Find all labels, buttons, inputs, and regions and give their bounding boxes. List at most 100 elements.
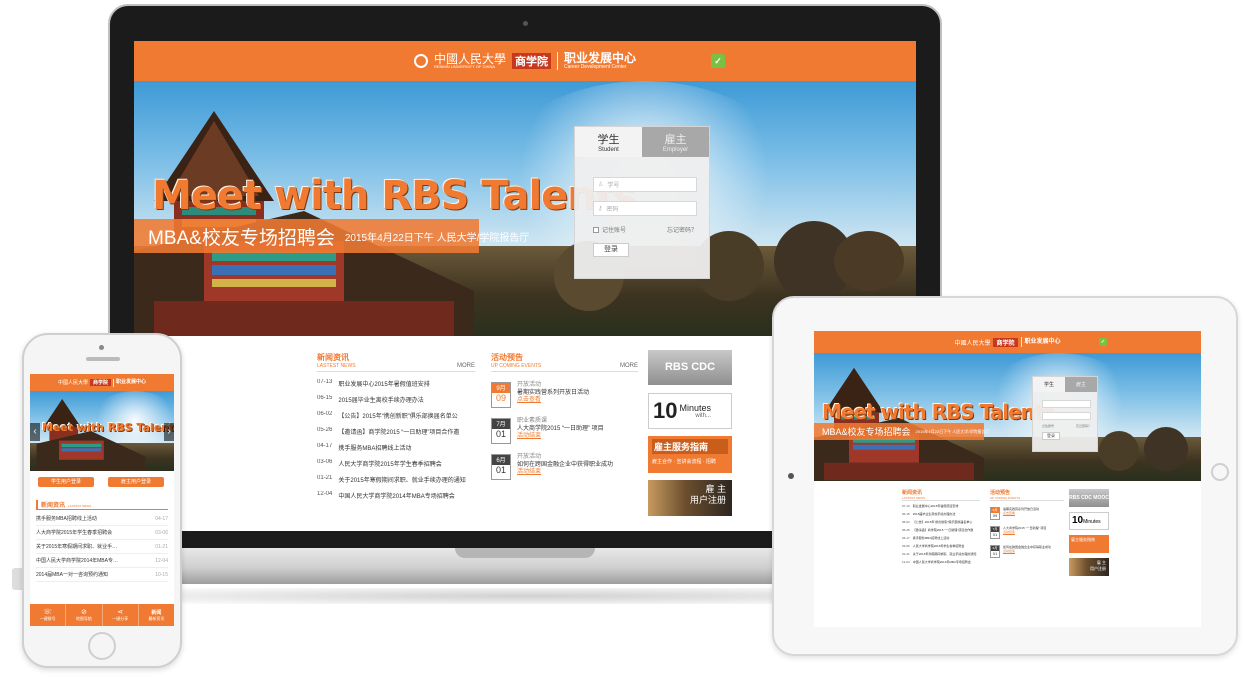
news-item[interactable]: 06-02 【公告】2015年“携创新职”俱乐部换届名单公 — [902, 520, 980, 528]
tablet-hero-title: Meet with RBS Talents — [822, 400, 1054, 424]
phone-news-list: 携手服务MBA招聘线上活动 04-17 人大商学院2015年学生春季招聘会 03-0… — [36, 512, 168, 582]
news-item[interactable]: 03-06 人民大学商学院2015年学生春季招聘会 — [317, 459, 475, 475]
login-panel: 学生 Student 雇主 Employer ♙ 学号 ⚷ 密码 记住账号 忘记… — [574, 126, 710, 279]
news-item[interactable]: 03-06 人民大学商学院2015年学生春季招聘会 — [902, 544, 980, 552]
phone-home-button[interactable] — [88, 632, 116, 660]
laptop-camera — [523, 21, 528, 26]
news-section: 新闻资讯 LASTEST NEWS MORE 07-13 职业发展中心2015年暑… — [317, 352, 475, 507]
share-icon: ⋖ — [117, 609, 124, 616]
wechat-icon[interactable]: ✓ — [711, 54, 725, 68]
devices-showcase: 中國人民大學 RENMIN UNIVERSITY OF CHINA 商学院 职业… — [0, 0, 1243, 677]
compass-icon: ⊘ — [80, 609, 87, 616]
mooc-card[interactable]: RBS CDC MOOC — [648, 350, 732, 385]
hero-title: Meet with RBS Talents — [152, 173, 637, 219]
news-item[interactable]: 07-13 职业发展中心2015年暑假值班安排 — [902, 504, 980, 512]
remember-label: 记住账号 — [602, 228, 627, 234]
nav-news[interactable]: 新闻 最新资讯 — [139, 604, 174, 626]
phone-header: 中國人民大學 商学院 职业发展中心 — [30, 374, 174, 391]
news-item[interactable]: 01-21 关于2015年寒假期间求职、就业手续办理的通知 — [317, 475, 475, 491]
rbs-badge: 商学院 — [512, 53, 551, 69]
event-item[interactable]: 9月 09 开放活动 暑期实践营系列开放日活动 点击查看 — [491, 382, 638, 408]
event-date: 9月 09 — [491, 382, 511, 408]
phone-camera — [99, 345, 104, 350]
news-item[interactable]: 中国人民大学商学院2014年MBA专… 12-04 — [36, 554, 168, 568]
news-item[interactable]: 2014届MBA一对一咨询预约通知 10-15 — [36, 568, 168, 582]
news-title: 新闻资讯 — [317, 353, 349, 362]
tablet-wechat-icon[interactable]: ✓ — [1099, 338, 1107, 346]
tablet-event-item[interactable]: 9月 09 暑期实践营系列开放日活动 点击查看 — [990, 507, 1064, 520]
phone-speaker — [86, 357, 120, 361]
forgot-password-link[interactable]: 忘记密码？ — [667, 225, 697, 234]
tablet-minutes-card[interactable]: 10Minutes — [1069, 512, 1109, 530]
password-field[interactable]: ⚷ 密码 — [593, 201, 697, 216]
nav-call[interactable]: ☏ 一键拨号 — [30, 604, 67, 626]
site-header: 中國人民大學 RENMIN UNIVERSITY OF CHINA 商学院 职业… — [134, 41, 916, 81]
tablet-employer-guide-card[interactable]: 雇主服务指南 — [1069, 535, 1109, 553]
event-item[interactable]: 7月 01 职业素质课 人大商学院2015 “一日助理” 项目 活动结束 — [491, 418, 638, 444]
news-item[interactable]: 12-04 中国人民大学商学院2014年MBA专场招聘会 — [317, 491, 475, 507]
carousel-next-button[interactable]: › — [164, 423, 174, 441]
tablet-home-button[interactable] — [1211, 463, 1229, 481]
tablet-tab-student[interactable]: 学生 — [1033, 377, 1065, 392]
phone-brand-logo[interactable]: 中國人民大學 商学院 职业发展中心 — [58, 378, 146, 387]
phone-hero-title: Meet with RBS Talents — [42, 421, 174, 434]
student-login-button[interactable]: 学生用户登录 — [38, 477, 94, 487]
news-item[interactable]: 04-17 携手服务MBA招聘线上活动 — [317, 443, 475, 459]
events-section: 活动预告 UP COMING EVENTS MORE 9月 09 开放活动 暑期… — [491, 352, 638, 480]
tablet-employer-register-card[interactable]: 雇 主用户注册 — [1069, 558, 1109, 576]
brand-logo[interactable]: 中國人民大學 RENMIN UNIVERSITY OF CHINA 商学院 职业… — [413, 52, 636, 70]
university-name-en: RENMIN UNIVERSITY OF CHINA — [433, 64, 496, 69]
tablet-username-field[interactable] — [1042, 400, 1091, 408]
news-item[interactable]: 05-26 【邀请函】商学院2015 “一日助理”项目合作邀 — [902, 528, 980, 536]
event-item[interactable]: 6月 01 开放活动 如何在跨国金融企业中获得职业成功 活动结束 — [491, 454, 638, 480]
events-more-link[interactable]: MORE — [620, 363, 638, 369]
username-field[interactable]: ♙ 学号 — [593, 177, 697, 192]
tablet-hero-band: MBA&校友专场招聘会 2015年4月22日下午 人民大学/学院报告厅 — [814, 423, 989, 440]
tablet-login-button[interactable]: 登录 — [1042, 432, 1060, 440]
nav-map[interactable]: ⊘ 地图导航 — [66, 604, 103, 626]
event-date: 7月 01 — [491, 418, 511, 444]
tablet-camera — [788, 473, 794, 479]
laptop-notch — [455, 548, 595, 558]
ten-minutes-card[interactable]: 10 Minutes with... — [648, 393, 732, 429]
tablet-hero: Meet with RBS Talents MBA&校友专场招聘会 2015年4… — [814, 353, 1201, 481]
news-item[interactable]: 06-15 2015届毕业生离校手续办理办法 — [317, 395, 475, 411]
employer-guide-card[interactable]: 雇主服务指南 雇主合作 · 宣讲会流程 · 招聘 — [648, 436, 732, 473]
news-item[interactable]: 人大商学院2015年学生春季招聘会 03-06 — [36, 526, 168, 540]
login-button[interactable]: 登录 — [593, 243, 629, 257]
tablet-brand-logo[interactable]: 中國人民大學 商学院 职业发展中心 — [954, 337, 1061, 347]
header-divider — [557, 52, 558, 70]
tab-employer[interactable]: 雇主 Employer — [642, 127, 709, 157]
hero-event-name: MBA&校友专场招聘会 — [148, 227, 335, 249]
remember-checkbox[interactable] — [593, 226, 599, 233]
news-item[interactable]: 关于2015年寒假期间求职、就业手… 01-21 — [36, 540, 168, 554]
employer-login-button[interactable]: 雇主用户登录 — [108, 477, 164, 487]
phone-hero: Meet with RBS Talents ‹ › — [30, 391, 174, 471]
tablet-tab-employer[interactable]: 雇主 — [1065, 377, 1097, 392]
news-item[interactable]: 06-02 【公告】2015年“携创新职”俱乐部换届名单公 — [317, 411, 475, 427]
key-icon: ⚷ — [598, 206, 603, 212]
tablet-event-item[interactable]: 6月 01 如何在跨国金融企业中获得职业成功 活动结束 — [990, 545, 1064, 558]
nav-share[interactable]: ⋖ 一键分享 — [103, 604, 139, 626]
news-item[interactable]: 04-17 携手服务MBA招聘线上活动 — [902, 536, 980, 544]
news-item[interactable]: 12-04 中国人民大学商学院2014年MBA专场招聘会 — [902, 560, 980, 568]
university-seal-icon — [413, 54, 428, 68]
employer-register-card[interactable]: 雇 主 用户注册 — [648, 480, 732, 516]
tablet-event-item[interactable]: 7月 01 人大商学院2015 “一日助理” 项目 活动结束 — [990, 526, 1064, 539]
news-item[interactable]: 07-13 职业发展中心2015年暑假值班安排 — [317, 379, 475, 395]
phone-news-header: 新闻资讯 LASTEST NEWS — [36, 500, 168, 510]
tablet-mooc-card[interactable]: RBS CDC MOOC — [1069, 489, 1109, 507]
phone-screen: 中國人民大學 商学院 职业发展中心 Meet with RBS Talents … — [30, 374, 174, 626]
tablet-password-field[interactable] — [1042, 412, 1091, 420]
news-item[interactable]: 01-21 关于2015年寒假期间求职、就业手续办理的通知 — [902, 552, 980, 560]
tab-student[interactable]: 学生 Student — [575, 127, 642, 157]
news-item[interactable]: 携手服务MBA招聘线上活动 04-17 — [36, 512, 168, 526]
news-item[interactable]: 05-26 【邀请函】商学院2015 “一日助理”项目合作邀 — [317, 427, 475, 443]
phone-bottom-nav: ☏ 一键拨号 ⊘ 地图导航 ⋖ 一键分享 新闻 最新资讯 — [30, 604, 174, 626]
events-title: 活动预告 — [491, 353, 523, 362]
carousel-prev-button[interactable]: ‹ — [30, 423, 40, 441]
news-more-link[interactable]: MORE — [457, 363, 475, 369]
news-item[interactable]: 06-15 2015届毕业生离校手续办理办法 — [902, 512, 980, 520]
tablet-screen: 中國人民大學 商学院 职业发展中心 ✓ Meet with RBS Talent… — [814, 331, 1201, 627]
news-icon: 新闻 — [151, 609, 162, 616]
